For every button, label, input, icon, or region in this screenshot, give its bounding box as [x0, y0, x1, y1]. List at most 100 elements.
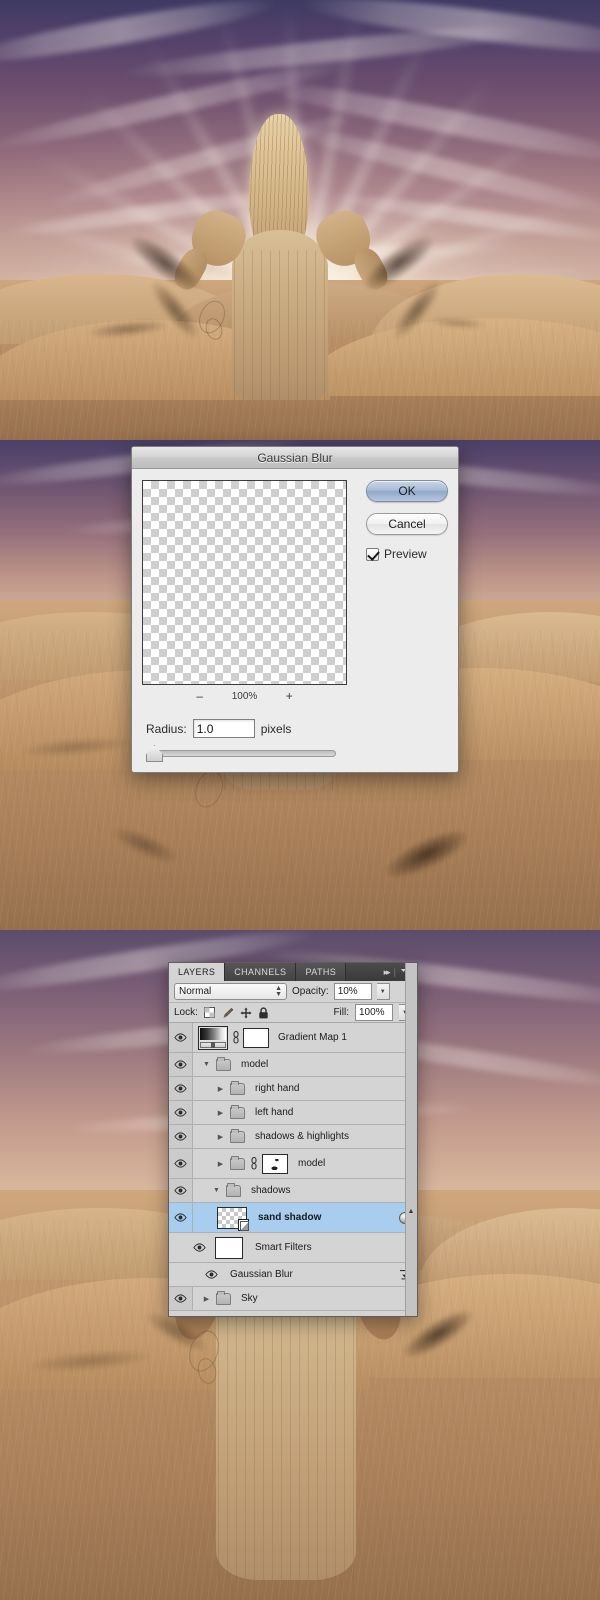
eye-icon — [174, 1159, 187, 1168]
folder-icon — [226, 1182, 241, 1197]
eye-icon — [174, 1060, 187, 1069]
layer-mask-thumbnail[interactable] — [243, 1027, 269, 1048]
disclosure-triangle-right-icon[interactable]: ▶ — [215, 1107, 226, 1118]
visibility-toggle[interactable] — [169, 1233, 209, 1262]
group-mask-thumbnail[interactable] — [262, 1153, 288, 1174]
layer-row-left-hand[interactable]: ▶ left hand — [169, 1101, 417, 1125]
disclosure-triangle-right-icon[interactable]: ▶ — [215, 1158, 226, 1169]
folder-icon — [230, 1128, 245, 1143]
smart-filter-mask-thumbnail[interactable] — [215, 1236, 243, 1259]
dialog-titlebar[interactable]: Gaussian Blur — [132, 447, 458, 469]
radius-label: Radius: — [146, 721, 187, 736]
move-lock-icon[interactable] — [240, 1007, 252, 1019]
disclosure-triangle-right-icon[interactable]: ▶ — [215, 1131, 226, 1142]
tab-paths[interactable]: PATHS — [296, 963, 347, 981]
panel-scrollbar[interactable]: ▲ — [405, 963, 417, 1316]
layer-row-smart-filters[interactable]: Smart Filters — [169, 1233, 417, 1263]
layer-row-sand-shadow[interactable]: sand shadow — [169, 1203, 417, 1233]
layers-panel: LAYERS CHANNELS PATHS ▸▸ | Normal ▲ ▼ Opa… — [168, 962, 418, 1317]
visibility-toggle[interactable] — [169, 1263, 221, 1286]
chain-link-glyph — [232, 1031, 239, 1044]
visibility-toggle[interactable] — [169, 1179, 193, 1202]
eye-icon — [174, 1213, 187, 1222]
layer-row-sky[interactable]: ▶ Sky — [169, 1287, 417, 1311]
folder-icon — [216, 1290, 231, 1305]
preview-checkbox[interactable] — [366, 547, 379, 561]
visibility-toggle[interactable] — [169, 1053, 193, 1076]
all-lock-icon[interactable] — [258, 1006, 270, 1019]
zoom-out-button[interactable]: – — [194, 689, 206, 703]
preview-toggle-row[interactable]: Preview — [366, 547, 427, 561]
visibility-toggle[interactable] — [169, 1287, 193, 1310]
cancel-button[interactable]: Cancel — [366, 513, 448, 535]
layer-row-model-masked[interactable]: ▶ model — [169, 1149, 417, 1179]
layer-row-gradient-map-1[interactable]: Gradient Map 1 — [169, 1023, 417, 1053]
link-icon[interactable] — [249, 1157, 258, 1171]
disclosure-triangle-down-icon[interactable]: ▼ — [201, 1059, 212, 1070]
layer-list: Gradient Map 1 ▼ model ▶ right hand ▶ le… — [169, 1023, 417, 1311]
zoom-level-value: 100% — [231, 690, 258, 702]
folder-icon — [230, 1104, 245, 1119]
checker-glyph — [204, 1007, 216, 1018]
tab-channels[interactable]: CHANNELS — [225, 963, 297, 981]
transparency-lock-icon[interactable] — [204, 1007, 216, 1019]
visibility-toggle[interactable] — [169, 1023, 193, 1052]
layer-row-model-group[interactable]: ▼ model — [169, 1053, 417, 1077]
lock-row: Lock: Fill: 100% — [169, 1003, 417, 1023]
smart-object-thumbnail[interactable] — [217, 1206, 249, 1231]
opacity-input[interactable]: 10% — [333, 983, 372, 1000]
folder-icon — [230, 1080, 245, 1095]
preview-zoom-controls: – 100% + — [142, 689, 347, 703]
panel-tab-bar: LAYERS CHANNELS PATHS ▸▸ | — [169, 963, 417, 981]
layer-row-right-hand[interactable]: ▶ right hand — [169, 1077, 417, 1101]
disclosure-triangle-right-icon[interactable]: ▶ — [201, 1293, 212, 1304]
disclosure-triangle-right-icon[interactable]: ▶ — [215, 1083, 226, 1094]
layer-name: right hand — [255, 1083, 300, 1094]
blur-preview-thumbnail[interactable] — [142, 480, 347, 685]
ok-button[interactable]: OK — [366, 480, 448, 502]
scroll-up-arrow-icon[interactable]: ▲ — [406, 1206, 416, 1216]
link-icon[interactable] — [231, 1031, 240, 1045]
eye-icon — [193, 1243, 206, 1252]
zoom-in-button[interactable]: + — [283, 689, 295, 703]
blend-mode-select[interactable]: Normal ▲ ▼ — [174, 983, 287, 1000]
fill-input[interactable]: 100% — [355, 1004, 393, 1021]
layer-name: left hand — [255, 1107, 294, 1118]
gaussian-blur-dialog: Gaussian Blur – 100% + Radius: pixels OK… — [131, 446, 459, 773]
layer-name: Sky — [241, 1293, 258, 1304]
collapse-panel-icon[interactable]: ▸▸ — [384, 967, 391, 978]
gradient-map-thumbnail[interactable] — [198, 1025, 228, 1050]
eye-icon — [174, 1294, 187, 1303]
lock-label: Lock: — [174, 1007, 198, 1018]
brush-lock-icon[interactable] — [222, 1007, 234, 1019]
radius-control-row: Radius: pixels — [146, 719, 291, 738]
dialog-title: Gaussian Blur — [257, 450, 333, 465]
visibility-toggle[interactable] — [169, 1149, 193, 1178]
blend-mode-value: Normal — [179, 986, 212, 997]
visibility-toggle[interactable] — [169, 1125, 193, 1148]
radius-units-label: pixels — [260, 721, 292, 736]
disclosure-triangle-down-icon[interactable]: ▼ — [211, 1185, 222, 1196]
opacity-stepper[interactable]: ▼ — [376, 983, 390, 1000]
layer-name: model — [298, 1158, 326, 1169]
layer-row-gaussian-blur-filter[interactable]: Gaussian Blur — [169, 1263, 417, 1287]
fill-label: Fill: — [333, 1007, 349, 1018]
layer-name: Gaussian Blur — [230, 1269, 293, 1280]
radius-slider-thumb[interactable] — [146, 745, 163, 762]
layer-row-shadows-and-highlights[interactable]: ▶ shadows & highlights — [169, 1125, 417, 1149]
visibility-toggle[interactable] — [169, 1077, 193, 1100]
visibility-toggle[interactable] — [169, 1101, 193, 1124]
radius-input[interactable] — [192, 719, 255, 738]
eye-icon — [174, 1132, 187, 1141]
eye-icon — [174, 1108, 187, 1117]
radius-slider[interactable] — [146, 745, 336, 762]
layer-name: shadows — [251, 1185, 291, 1196]
blend-mode-row: Normal ▲ ▼ Opacity: 10% ▼ — [169, 981, 417, 1003]
chevron-updown-icon: ▲ ▼ — [275, 984, 282, 998]
eye-icon — [205, 1270, 218, 1279]
layer-name: shadows & highlights — [255, 1131, 349, 1142]
tab-layers[interactable]: LAYERS — [169, 963, 226, 981]
layer-row-shadows-group[interactable]: ▼ shadows — [169, 1179, 417, 1203]
desert-scene-top — [0, 0, 600, 440]
visibility-toggle[interactable] — [169, 1203, 193, 1232]
